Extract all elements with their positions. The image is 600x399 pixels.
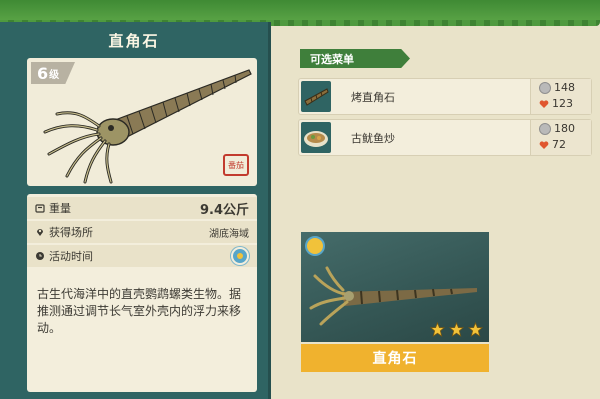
star-icon [449, 322, 464, 337]
heart-stat: 123 [539, 97, 573, 110]
coin-icon [539, 122, 551, 135]
creature-title: 直角石 [108, 32, 160, 50]
coin-stat: 180 [539, 122, 575, 135]
dish-thumbnail [301, 81, 331, 112]
heart-icon [539, 99, 549, 108]
preview-name-bar: 直角石 [301, 344, 489, 372]
dish-thumbnail [301, 122, 331, 153]
activity-time-row: 活动时间 [27, 245, 257, 267]
location-label: 获得场所 [49, 226, 93, 239]
scale-icon [35, 204, 45, 213]
weight-row: 重量 9.4公斤 [27, 197, 257, 219]
dish-stats: 180 72 [530, 120, 591, 155]
location-value: 湖底海域 [209, 228, 249, 240]
sun-icon [231, 247, 249, 265]
clock-icon [36, 252, 44, 260]
creature-description: 古生代海洋中的直壳鹦鹉螺类生物。据推测通过调节长气室外壳内的浮力来移动。 [37, 287, 242, 335]
heart-value: 123 [552, 97, 573, 110]
creature-info-box: 重量 9.4公斤 获得场所 湖底海域 活动时间 古生代海洋中的直壳鹦鹉螺类生物。… [27, 194, 257, 392]
coin-value: 148 [554, 81, 575, 94]
heart-icon [539, 140, 549, 149]
heart-value: 72 [552, 138, 566, 151]
creature-art-card: 6 级 番茄 [27, 58, 257, 186]
coin-value: 180 [554, 122, 575, 135]
selectable-menu-tag: 可选菜单 [300, 49, 410, 68]
creature-preview-image [301, 232, 489, 342]
dish-name: 烤直角石 [351, 91, 395, 104]
coin-stat: 148 [539, 81, 575, 94]
roasted-orthoceras-icon [304, 88, 329, 106]
dish-name: 古鱿鱼炒 [351, 132, 395, 145]
star-rating [430, 322, 483, 337]
creature-detail-panel: 直角石 6 级 番茄 重量 9.4公斤 获得场所 湖底海域 活动时间 古生代海洋… [0, 22, 271, 399]
dish-stats: 148 123 [530, 79, 591, 114]
dish-item[interactable]: 古鱿鱼炒 180 72 [298, 119, 592, 156]
heart-stat: 72 [539, 138, 566, 151]
weight-label: 重量 [49, 202, 71, 215]
top-grass-border [0, 0, 600, 26]
artist-seal-stamp: 番茄 [223, 154, 249, 176]
weight-value: 9.4公斤 [199, 202, 249, 218]
location-row: 获得场所 湖底海域 [27, 221, 257, 243]
squid-stir-fry-icon [304, 131, 328, 147]
star-icon [468, 322, 483, 337]
location-pin-icon [37, 229, 43, 236]
coin-icon [539, 81, 551, 94]
dish-item[interactable]: 烤直角石 148 123 [298, 78, 592, 115]
activity-time-label: 活动时间 [49, 250, 93, 263]
star-icon [430, 322, 445, 337]
